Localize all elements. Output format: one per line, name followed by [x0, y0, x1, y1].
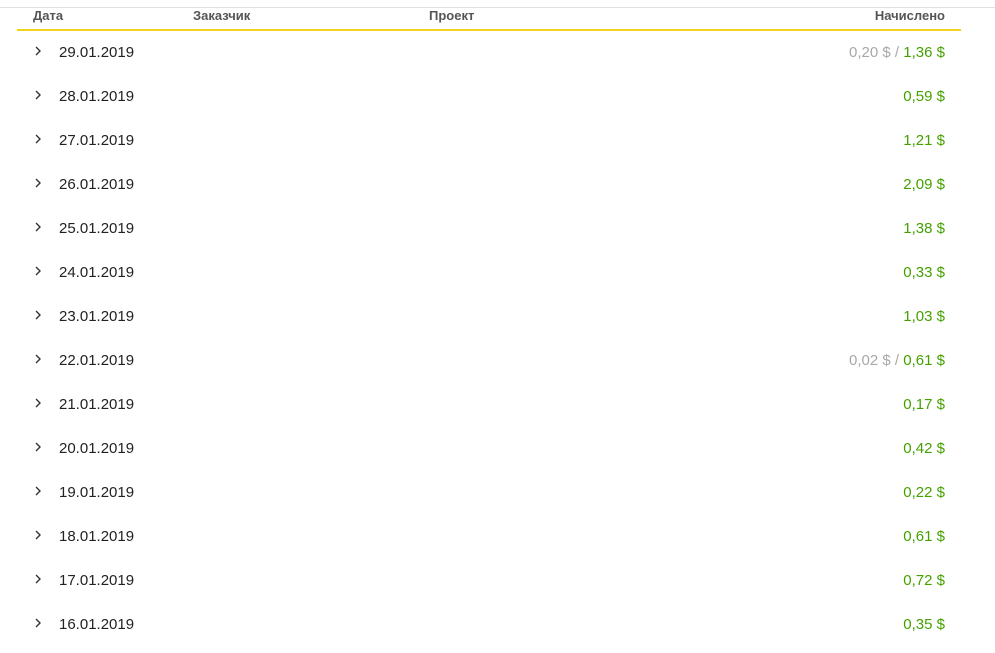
column-header-customer[interactable]: Заказчик — [193, 8, 250, 23]
row-amount: 0,35 $ — [903, 616, 945, 633]
row-amount: 0,61 $ — [903, 528, 945, 545]
column-header-date[interactable]: Дата — [33, 8, 63, 23]
table-row[interactable]: 24.01.2019 0,33 $ — [17, 251, 961, 295]
row-amount: 2,09 $ — [903, 176, 945, 193]
chevron-right-icon[interactable] — [33, 308, 43, 322]
amount-separator: / — [890, 352, 904, 369]
chevron-right-icon[interactable] — [33, 440, 43, 454]
row-amount: 0,20 $ / 1,36 $ — [849, 44, 945, 61]
chevron-right-icon[interactable] — [33, 88, 43, 102]
accrued-amount: 0,35 $ — [903, 616, 945, 633]
row-date: 28.01.2019 — [59, 88, 135, 105]
accrued-amount: 1,03 $ — [903, 308, 945, 325]
accrued-amount: 0,59 $ — [903, 88, 945, 105]
chevron-right-icon[interactable] — [33, 44, 43, 58]
row-amount: 0,59 $ — [903, 88, 945, 105]
table-row[interactable]: 29.01.2019 0,20 $ / 1,36 $ — [17, 31, 961, 75]
accrued-amount: 0,61 $ — [903, 528, 945, 545]
accrued-amount: 0,17 $ — [903, 396, 945, 413]
row-amount: 0,33 $ — [903, 264, 945, 281]
accrued-amount: 0,61 $ — [903, 352, 945, 369]
row-date: 25.01.2019 — [59, 220, 135, 237]
accrued-amount: 1,38 $ — [903, 220, 945, 237]
row-date: 24.01.2019 — [59, 264, 135, 281]
table-row[interactable]: 21.01.2019 0,17 $ — [17, 383, 961, 427]
accrued-amount: 0,33 $ — [903, 264, 945, 281]
row-amount: 1,21 $ — [903, 132, 945, 149]
table-row[interactable]: 26.01.2019 2,09 $ — [17, 163, 961, 207]
pending-amount: 0,02 $ — [849, 352, 891, 369]
row-date: 19.01.2019 — [59, 484, 135, 501]
accrued-amount: 0,22 $ — [903, 484, 945, 501]
table-row[interactable]: 20.01.2019 0,42 $ — [17, 427, 961, 471]
chevron-right-icon[interactable] — [33, 484, 43, 498]
table-row[interactable]: 18.01.2019 0,61 $ — [17, 515, 961, 559]
row-date: 16.01.2019 — [59, 616, 135, 633]
row-amount: 1,38 $ — [903, 220, 945, 237]
chevron-right-icon[interactable] — [33, 132, 43, 146]
chevron-right-icon[interactable] — [33, 616, 43, 630]
chevron-right-icon[interactable] — [33, 176, 43, 190]
amount-separator: / — [890, 44, 904, 61]
table-row[interactable]: 27.01.2019 1,21 $ — [17, 119, 961, 163]
chevron-right-icon[interactable] — [33, 572, 43, 586]
chevron-right-icon[interactable] — [33, 220, 43, 234]
row-date: 23.01.2019 — [59, 308, 135, 325]
chevron-right-icon[interactable] — [33, 396, 43, 410]
row-date: 17.01.2019 — [59, 572, 135, 589]
row-amount: 1,03 $ — [903, 308, 945, 325]
table-row[interactable]: 17.01.2019 0,72 $ — [17, 559, 961, 603]
table-row[interactable]: 22.01.2019 0,02 $ / 0,61 $ — [17, 339, 961, 383]
row-date: 21.01.2019 — [59, 396, 135, 413]
column-header-accrued[interactable]: Начислено — [875, 8, 945, 23]
table-body: 29.01.2019 0,20 $ / 1,36 $ 28.01.2019 0,… — [17, 31, 961, 647]
row-amount: 0,42 $ — [903, 440, 945, 457]
row-date: 20.01.2019 — [59, 440, 135, 457]
row-amount: 0,22 $ — [903, 484, 945, 501]
accrued-amount: 0,42 $ — [903, 440, 945, 457]
table-header: Дата Заказчик Проект Начислено — [17, 0, 961, 31]
accrued-amount: 1,36 $ — [903, 44, 945, 61]
accruals-table: Дата Заказчик Проект Начислено 29.01.201… — [17, 0, 961, 647]
table-row[interactable]: 28.01.2019 0,59 $ — [17, 75, 961, 119]
row-date: 29.01.2019 — [59, 44, 135, 61]
row-date: 26.01.2019 — [59, 176, 135, 193]
accrued-amount: 2,09 $ — [903, 176, 945, 193]
chevron-right-icon[interactable] — [33, 264, 43, 278]
table-row[interactable]: 23.01.2019 1,03 $ — [17, 295, 961, 339]
row-amount: 0,17 $ — [903, 396, 945, 413]
row-date: 27.01.2019 — [59, 132, 135, 149]
row-amount: 0,02 $ / 0,61 $ — [849, 352, 945, 369]
pending-amount: 0,20 $ — [849, 44, 891, 61]
column-header-project[interactable]: Проект — [429, 8, 474, 23]
table-row[interactable]: 16.01.2019 0,35 $ — [17, 603, 961, 647]
chevron-right-icon[interactable] — [33, 528, 43, 542]
row-date: 18.01.2019 — [59, 528, 135, 545]
row-amount: 0,72 $ — [903, 572, 945, 589]
accrued-amount: 0,72 $ — [903, 572, 945, 589]
row-date: 22.01.2019 — [59, 352, 135, 369]
accrued-amount: 1,21 $ — [903, 132, 945, 149]
chevron-right-icon[interactable] — [33, 352, 43, 366]
table-row[interactable]: 25.01.2019 1,38 $ — [17, 207, 961, 251]
table-row[interactable]: 19.01.2019 0,22 $ — [17, 471, 961, 515]
